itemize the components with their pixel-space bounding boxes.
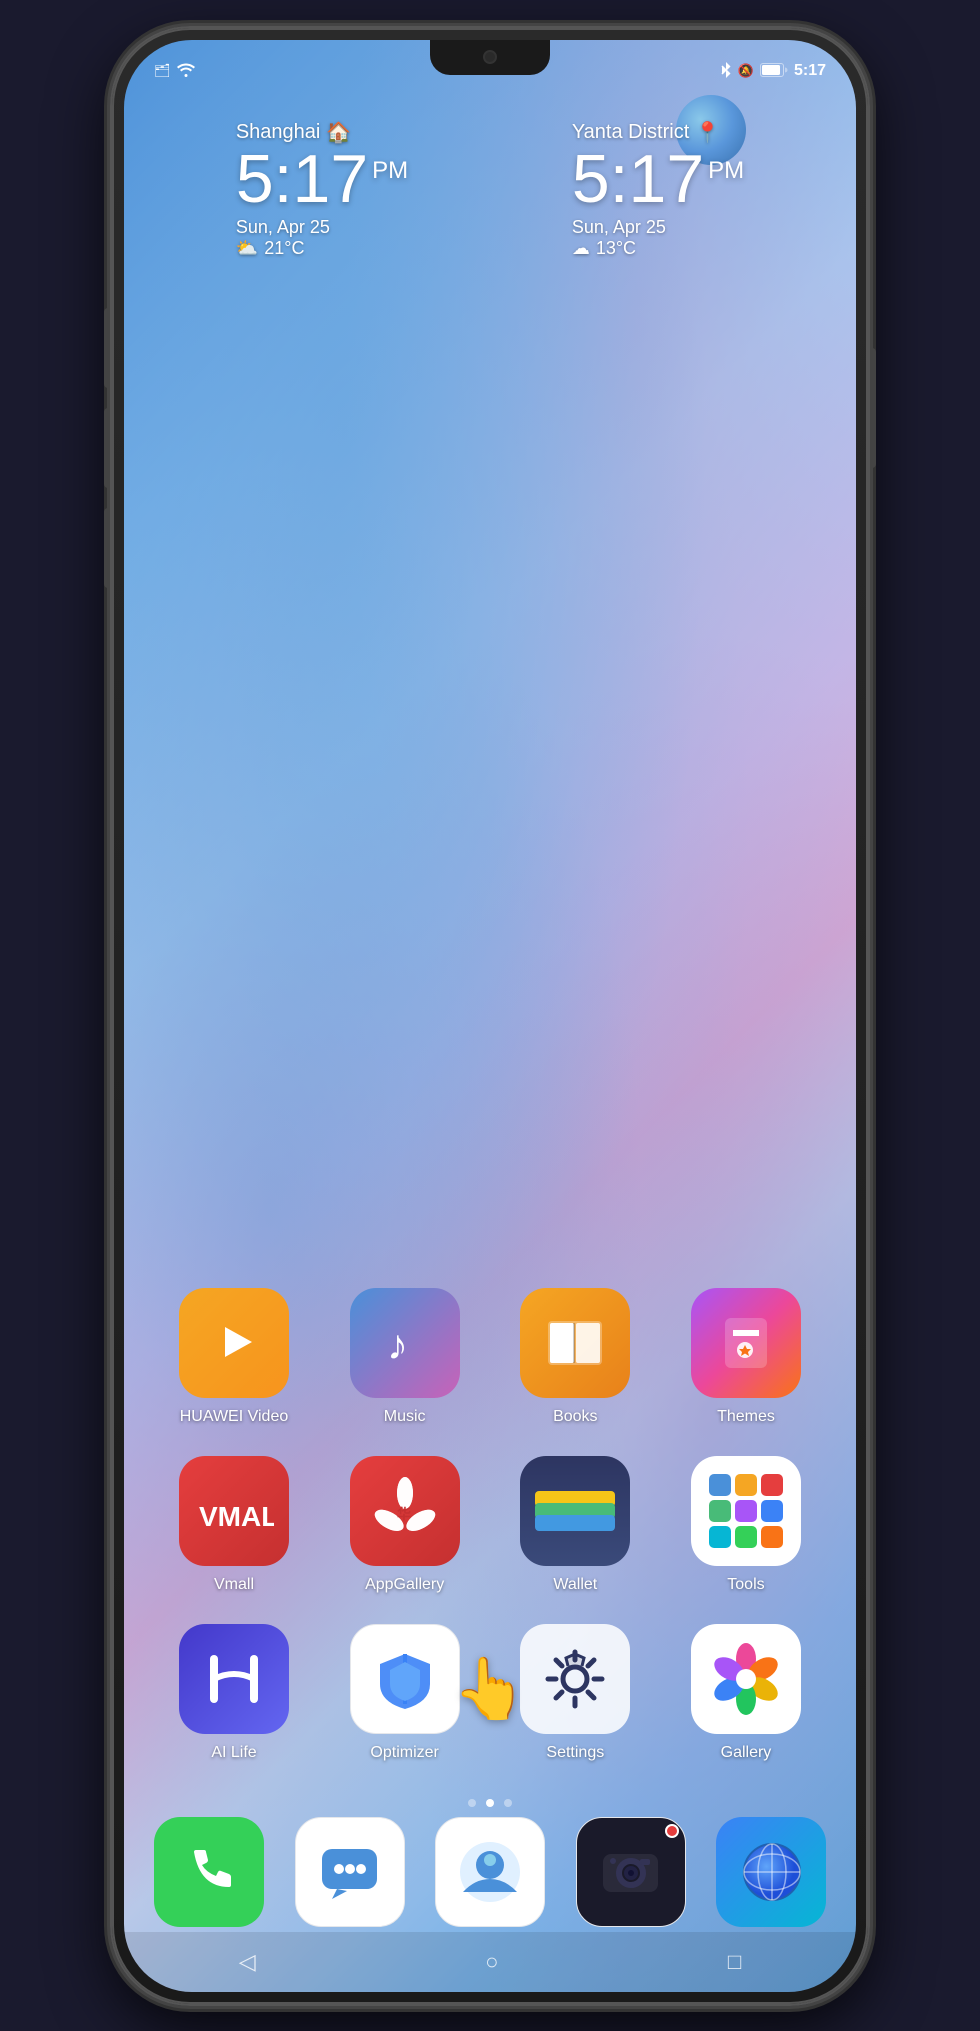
nav-home-button[interactable]: ○ — [455, 1939, 528, 1985]
battery-icon — [760, 63, 788, 80]
phone-screen: 🗂 🔕 — [124, 40, 856, 1992]
app-icon-optimizer — [350, 1624, 460, 1734]
app-label-appgallery: AppGallery — [365, 1576, 444, 1594]
app-wallet[interactable]: Wallet — [505, 1456, 645, 1594]
svg-text:♪: ♪ — [387, 1321, 408, 1368]
status-time: 5:17 — [794, 62, 826, 80]
date-yanta: Sun, Apr 25 — [572, 217, 744, 238]
svg-text:华: 华 — [397, 1506, 411, 1522]
app-label-music: Music — [384, 1408, 426, 1426]
status-left-icons: 🗂 — [154, 63, 195, 80]
app-huawei-video[interactable]: HUAWEI Video — [164, 1288, 304, 1426]
page-dot-2[interactable] — [486, 1799, 494, 1807]
app-icon-vmall: VMALL — [179, 1456, 289, 1566]
dock-messages[interactable] — [295, 1817, 405, 1927]
app-label-optimizer: Optimizer — [370, 1744, 438, 1762]
app-label-themes: Themes — [717, 1408, 775, 1426]
time-shanghai: 5:17PM — [236, 145, 408, 213]
app-vmall[interactable]: VMALL Vmall — [164, 1456, 304, 1594]
app-icon-settings — [520, 1624, 630, 1734]
front-camera — [483, 50, 497, 64]
notification-dot — [665, 1824, 679, 1838]
page-dot-3[interactable] — [504, 1799, 512, 1807]
app-label-huawei-video: HUAWEI Video — [180, 1408, 288, 1426]
app-label-settings: Settings — [546, 1744, 604, 1762]
page-dot-1[interactable] — [468, 1799, 476, 1807]
app-icon-themes — [691, 1288, 801, 1398]
page-indicators — [124, 1799, 856, 1807]
app-tools[interactable]: Tools — [676, 1456, 816, 1594]
dock — [154, 1817, 826, 1927]
wifi-icon — [177, 63, 195, 80]
app-appgallery[interactable]: 华 AppGallery — [335, 1456, 475, 1594]
dock-camera[interactable] — [576, 1817, 686, 1927]
app-label-vmall: Vmall — [214, 1576, 254, 1594]
nav-back-button[interactable]: ◁ — [209, 1939, 286, 1985]
app-icon-huawei-video — [179, 1288, 289, 1398]
app-icon-gallery — [691, 1624, 801, 1734]
clock-widget-yanta: Yanta District 📍 5:17PM Sun, Apr 25 ☁ 13… — [572, 120, 744, 259]
nav-recents-button[interactable]: □ — [698, 1939, 771, 1985]
app-label-books: Books — [553, 1408, 597, 1426]
app-icon-books — [520, 1288, 630, 1398]
date-shanghai: Sun, Apr 25 — [236, 217, 408, 238]
status-right-icons: 🔕 5:17 — [720, 61, 826, 82]
mute-icon: 🔕 — [738, 63, 754, 79]
sim-icon: 🗂 — [154, 63, 171, 79]
app-row-2: VMALL Vmall — [164, 1456, 816, 1594]
power-button[interactable] — [104, 508, 110, 588]
bluetooth-icon — [720, 61, 732, 82]
weather-shanghai: ⛅ 21°C — [236, 238, 408, 259]
clock-widget-shanghai: Shanghai 🏠 5:17PM Sun, Apr 25 ⛅ 21°C — [236, 120, 408, 259]
app-icon-ai-life — [179, 1624, 289, 1734]
app-ai-life[interactable]: AI Life — [164, 1624, 304, 1762]
dock-phone[interactable] — [154, 1817, 264, 1927]
cursor-hand: 👆 — [453, 1653, 528, 1724]
dock-browser[interactable] — [716, 1817, 826, 1927]
app-icon-music: ♪ — [350, 1288, 460, 1398]
app-themes[interactable]: Themes — [676, 1288, 816, 1426]
dock-support[interactable] — [435, 1817, 545, 1927]
app-books[interactable]: Books — [505, 1288, 645, 1426]
app-row-1: HUAWEI Video ♪ Music — [164, 1288, 816, 1426]
app-label-tools: Tools — [727, 1576, 764, 1594]
app-label-wallet: Wallet — [553, 1576, 597, 1594]
app-icon-tools — [691, 1456, 801, 1566]
notch — [430, 40, 550, 75]
clock-section: Shanghai 🏠 5:17PM Sun, Apr 25 ⛅ 21°C Yan… — [124, 120, 856, 259]
app-icon-wallet — [520, 1456, 630, 1566]
volume-up-button[interactable] — [104, 308, 110, 388]
phone-device: 🗂 🔕 — [110, 26, 870, 2006]
nav-bar: ◁ ○ □ — [124, 1932, 856, 1992]
app-label-ai-life: AI Life — [211, 1744, 256, 1762]
weather-yanta: ☁ 13°C — [572, 238, 744, 259]
app-icon-appgallery: 华 — [350, 1456, 460, 1566]
time-yanta: 5:17PM — [572, 145, 744, 213]
app-label-gallery: Gallery — [721, 1744, 772, 1762]
app-music[interactable]: ♪ Music — [335, 1288, 475, 1426]
volume-down-button[interactable] — [104, 408, 110, 488]
app-gallery[interactable]: Gallery — [676, 1624, 816, 1762]
svg-text:VMALL: VMALL — [199, 1501, 274, 1531]
